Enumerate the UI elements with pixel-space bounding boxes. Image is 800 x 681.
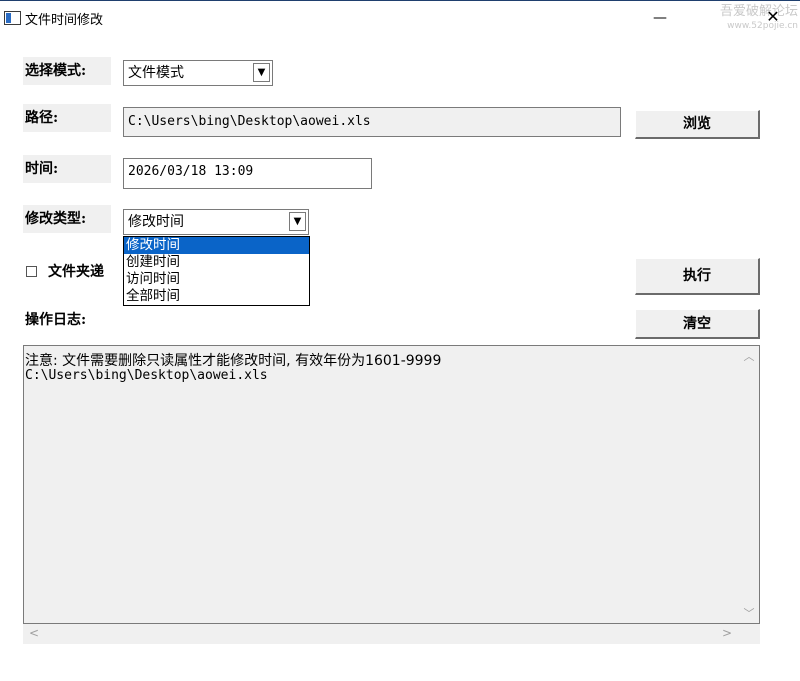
watermark-url: www.52pojie.cn [727, 21, 798, 31]
chevron-down-icon[interactable]: ▼ [253, 63, 270, 82]
title-bar[interactable]: 文件时间修改 — 吾爱破解论坛 www.52pojie.cn ✕ [0, 0, 800, 34]
browse-button[interactable]: 浏览 [635, 110, 760, 139]
log-textarea[interactable]: 注意: 文件需要删除只读属性才能修改时间, 有效年份为1601-9999 C:\… [23, 345, 760, 624]
window-title: 文件时间修改 [25, 13, 104, 28]
app-icon [4, 11, 21, 25]
path-field[interactable]: C:\Users\bing\Desktop\aowei.xls [123, 107, 621, 137]
scroll-right-icon[interactable]: > [722, 626, 732, 640]
horizontal-scrollbar[interactable]: < > [23, 624, 760, 644]
watermark: 吾爱破解论坛 www.52pojie.cn [698, 5, 798, 33]
time-field[interactable]: 2026/03/18 13:09 [123, 158, 372, 189]
log-label: 操作日志: [23, 306, 115, 334]
chevron-down-icon[interactable]: ▼ [289, 212, 306, 231]
dropdown-option-all-time[interactable]: 全部时间 [124, 288, 309, 305]
modify-type-select-value: 修改时间 [128, 214, 184, 230]
mode-label: 选择模式: [23, 57, 111, 85]
modify-type-dropdown-list[interactable]: 修改时间 创建时间 访问时间 全部时间 [123, 236, 310, 306]
mode-select[interactable]: 文件模式 ▼ [123, 60, 273, 86]
clear-button[interactable]: 清空 [635, 309, 760, 339]
scroll-up-icon[interactable]: ︿ [739, 348, 759, 364]
watermark-text: 吾爱破解论坛 [719, 4, 798, 19]
dropdown-option-access-time[interactable]: 访问时间 [124, 271, 309, 288]
log-line: C:\Users\bing\Desktop\aowei.xls [25, 368, 268, 383]
time-label: 时间: [23, 155, 111, 183]
modify-type-label: 修改类型: [23, 205, 111, 233]
folder-recursive-label: 文件夹递 [45, 258, 125, 286]
path-label: 路径: [23, 104, 111, 132]
scroll-left-icon[interactable]: < [29, 626, 39, 640]
minimize-button[interactable]: — [645, 7, 675, 29]
folder-recursive-checkbox[interactable] [26, 266, 37, 277]
modify-type-select[interactable]: 修改时间 ▼ [123, 209, 309, 235]
log-line: 注意: 文件需要删除只读属性才能修改时间, 有效年份为1601-9999 [25, 353, 442, 369]
execute-button[interactable]: 执行 [635, 258, 760, 295]
vertical-scrollbar[interactable]: ︿ ﹀ [739, 346, 759, 623]
scroll-down-icon[interactable]: ﹀ [739, 605, 759, 621]
dropdown-option-modify-time[interactable]: 修改时间 [124, 237, 309, 254]
close-button[interactable]: ✕ [763, 7, 783, 27]
dropdown-option-create-time[interactable]: 创建时间 [124, 254, 309, 271]
mode-select-value: 文件模式 [128, 65, 184, 81]
